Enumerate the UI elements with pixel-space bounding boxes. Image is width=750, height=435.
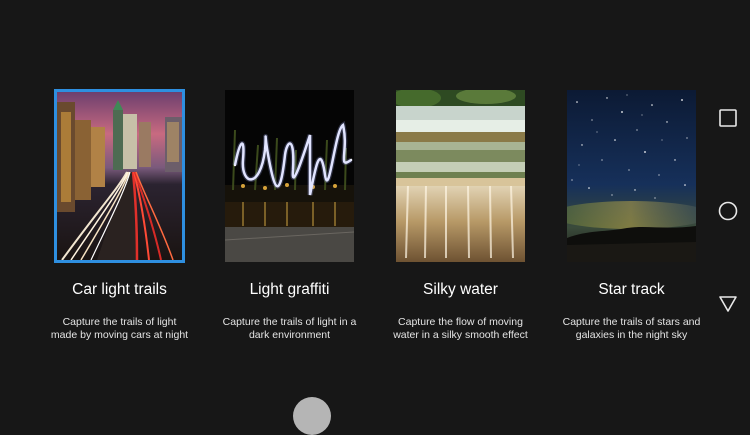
square-icon (719, 109, 737, 127)
triangle-back-icon (719, 296, 737, 312)
mode-title: Car light trails (72, 281, 167, 298)
mode-title: Silky water (423, 281, 498, 298)
circle-icon (718, 201, 738, 221)
light-graffiti-thumbnail (224, 89, 355, 263)
mode-description: Capture the trails of light in a dark en… (222, 316, 357, 341)
mode-card-star-track[interactable]: Star track Capture the trails of stars a… (563, 89, 700, 342)
mode-card-silky-water[interactable]: Silky water Capture the flow of moving w… (393, 89, 528, 342)
mode-description: Capture the flow of moving water in a si… (393, 316, 528, 341)
car-light-trails-thumbnail (54, 89, 185, 263)
light-painting-image (225, 90, 354, 262)
starry-sky-image (567, 90, 696, 262)
recents-button[interactable] (718, 108, 738, 128)
waterfall-image (396, 90, 525, 262)
mode-card-light-graffiti[interactable]: Light graffiti Capture the trails of lig… (223, 89, 356, 342)
mode-card-car-light-trails[interactable]: Car light trails Capture the trails of l… (51, 89, 188, 342)
silky-water-thumbnail (395, 89, 526, 263)
home-button[interactable] (718, 201, 738, 221)
city-night-image (57, 92, 182, 260)
back-button[interactable] (718, 294, 738, 314)
mode-description: Capture the trails of light made by movi… (50, 316, 189, 341)
mode-title: Light graffiti (249, 281, 330, 298)
mode-description: Capture the trails of stars and galaxies… (562, 316, 701, 341)
shutter-button[interactable] (293, 397, 331, 435)
star-track-thumbnail (566, 89, 697, 263)
mode-title: Star track (598, 281, 665, 298)
